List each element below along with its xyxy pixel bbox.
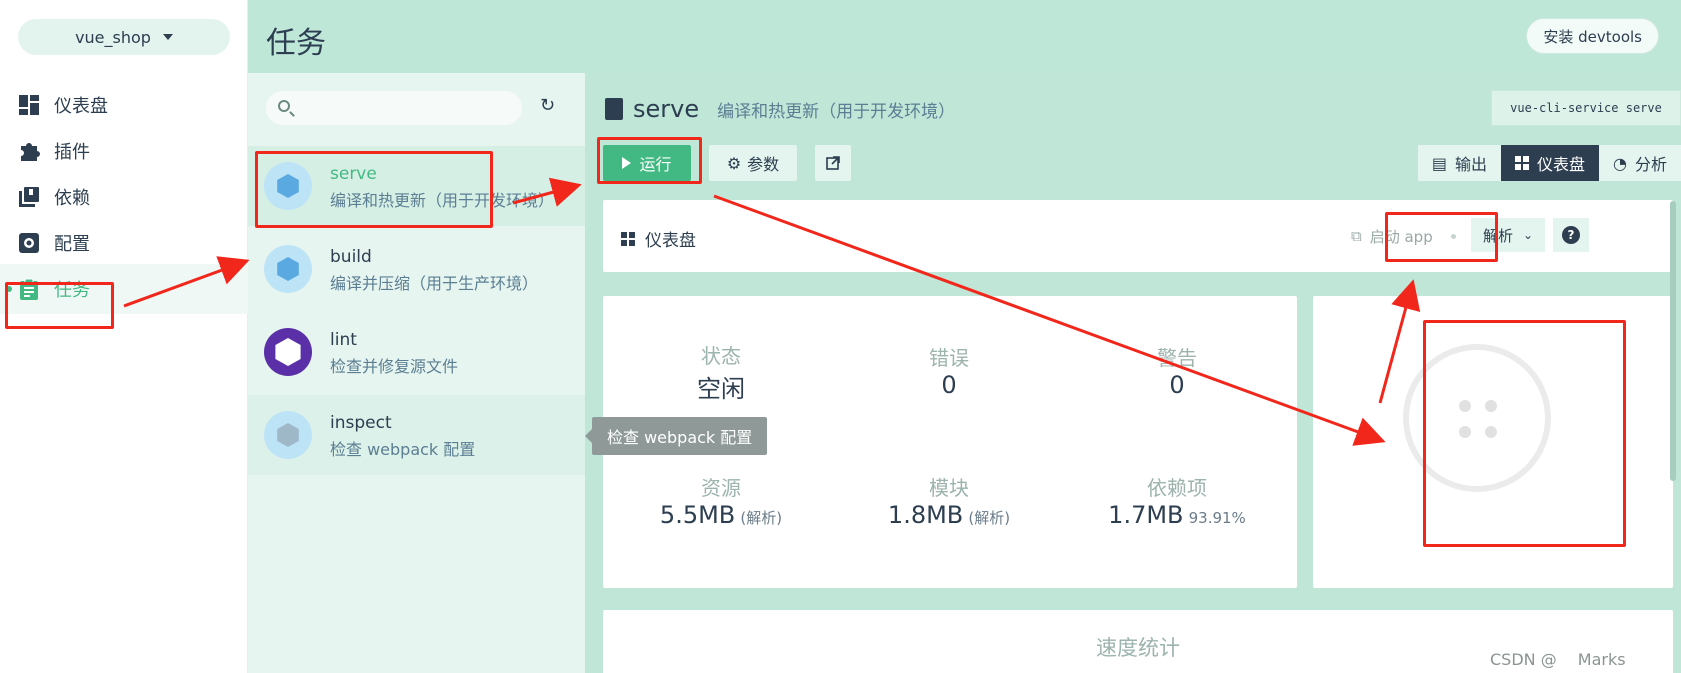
- dashboard-icon: [1515, 156, 1529, 170]
- gear-icon: ⚙: [726, 153, 742, 173]
- dashboard-toolbar: 仪表盘 ⧉ 启动 app 解析 ⌄ ?: [603, 200, 1673, 272]
- nav-item-configuration[interactable]: 配置: [0, 218, 248, 268]
- webpack-inspect-icon: [264, 411, 312, 459]
- stat-sub: (解析): [740, 509, 783, 527]
- tab-dashboard[interactable]: 仪表盘: [1501, 145, 1600, 181]
- clipboard-icon: [605, 98, 623, 120]
- scrollbar[interactable]: [1670, 201, 1676, 481]
- nav-item-plugins[interactable]: 插件: [0, 126, 248, 176]
- annotation-box-run: [597, 137, 702, 184]
- task-description: 编译并压缩（用于生产环境）: [330, 274, 539, 293]
- annotation-box-status: [1423, 320, 1626, 547]
- page-title: 任务: [266, 26, 326, 61]
- tab-label: 输出: [1454, 155, 1487, 174]
- tab-label: 分析: [1634, 155, 1667, 174]
- stat-value: 1.8MB: [887, 501, 964, 529]
- chevron-down-icon: ⌄: [1523, 228, 1534, 242]
- annotation-box-tasks: [5, 282, 114, 329]
- task-item-lint[interactable]: lint 检查并修复源文件: [248, 312, 585, 392]
- project-selector[interactable]: vue_shop: [18, 19, 230, 55]
- parameters-label: 参数: [747, 155, 780, 174]
- stat-errors: 错误 0: [839, 342, 1059, 399]
- tab-analyzer[interactable]: ◔ 分析: [1599, 145, 1681, 181]
- stat-value: 空闲: [697, 375, 745, 403]
- stat-label: 资源: [701, 476, 741, 500]
- puzzle-icon: [21, 143, 40, 161]
- stat-sub: (解析): [968, 509, 1011, 527]
- install-devtools-button[interactable]: 安装 devtools: [1526, 18, 1659, 54]
- nav-item-dependencies[interactable]: 依赖: [0, 172, 248, 222]
- stat-value: 0: [941, 371, 957, 399]
- nav-item-label: 仪表盘: [54, 96, 108, 117]
- stat-value: 1.7MB: [1108, 501, 1184, 529]
- eslint-icon: [264, 328, 312, 376]
- stat-value: 5.5MB: [659, 501, 736, 529]
- nav-item-label: 依赖: [54, 188, 90, 209]
- task-item-build[interactable]: build 编译并压缩（用于生产环境）: [248, 229, 585, 309]
- stat-assets: 资源 5.5MB (解析): [611, 472, 831, 529]
- dashboard-title-label: 仪表盘: [645, 231, 696, 251]
- left-nav: vue_shop 仪表盘 插件 依赖 配置 任务: [0, 0, 248, 673]
- task-item-inspect[interactable]: inspect 检查 webpack 配置: [248, 395, 585, 475]
- stat-label: 模块: [929, 476, 969, 500]
- stat-label: 状态: [701, 344, 741, 368]
- parameters-button[interactable]: ⚙ 参数: [709, 145, 797, 181]
- help-icon: ?: [1562, 226, 1580, 244]
- task-name: lint: [330, 330, 357, 350]
- stat-warnings: 警告 0: [1067, 342, 1287, 399]
- view-tabs: ▤ 输出 仪表盘 ◔ 分析: [1417, 145, 1681, 181]
- nav-item-label: 插件: [54, 142, 90, 163]
- command-badge: vue-cli-service serve: [1491, 90, 1681, 126]
- task-title: serve: [633, 95, 700, 123]
- stat-sub: 93.91%: [1188, 509, 1246, 527]
- task-name: inspect: [330, 413, 392, 433]
- watermark: CSDN @ Marks: [1490, 650, 1626, 669]
- open-in-new-icon: [826, 156, 840, 170]
- stat-value: 0: [1169, 371, 1185, 399]
- dashboard-icon: [19, 95, 39, 115]
- annotation-box-start-app: [1385, 212, 1498, 262]
- nav-item-label: 配置: [54, 234, 90, 255]
- stat-modules: 模块 1.8MB (解析): [839, 472, 1059, 529]
- search-icon: [278, 100, 290, 112]
- annotation-box-serve: [255, 151, 493, 228]
- task-description: 检查并修复源文件: [330, 357, 459, 376]
- task-header: serve 编译和热更新（用于开发环境）: [605, 95, 955, 123]
- dashboard-title: 仪表盘: [621, 226, 696, 251]
- task-subtitle: 编译和热更新（用于开发环境）: [717, 102, 956, 122]
- open-external-button[interactable]: [815, 145, 851, 181]
- stat-label: 警告: [1157, 346, 1197, 370]
- task-tooltip: 检查 webpack 配置: [584, 417, 768, 455]
- donut-icon: ◔: [1613, 153, 1627, 173]
- dashboard-icon: [621, 231, 635, 246]
- stat-dependencies: 依赖项 1.7MB 93.91%: [1067, 472, 1287, 529]
- stat-label: 依赖项: [1147, 476, 1207, 500]
- task-description: 检查 webpack 配置: [330, 440, 476, 459]
- stat-label: 错误: [929, 346, 969, 370]
- tab-output[interactable]: ▤ 输出: [1417, 145, 1501, 181]
- tab-label: 仪表盘: [1537, 155, 1586, 174]
- settings-icon: [19, 233, 39, 253]
- task-name: build: [330, 247, 372, 267]
- chevron-down-icon: [162, 34, 173, 40]
- task-search-input[interactable]: [266, 91, 522, 125]
- webpack-icon: [264, 245, 312, 293]
- library-icon: [19, 187, 39, 207]
- nav-item-dashboard[interactable]: 仪表盘: [0, 80, 248, 130]
- refresh-icon[interactable]: ↻: [540, 97, 558, 115]
- open-in-browser-icon: ⧉: [1351, 227, 1362, 245]
- top-bar: 任务 安装 devtools: [248, 0, 1681, 73]
- help-button[interactable]: ?: [1553, 218, 1589, 252]
- project-name: vue_shop: [75, 27, 151, 47]
- message-icon: ▤: [1431, 153, 1447, 173]
- stat-status: 状态 空闲: [611, 340, 831, 404]
